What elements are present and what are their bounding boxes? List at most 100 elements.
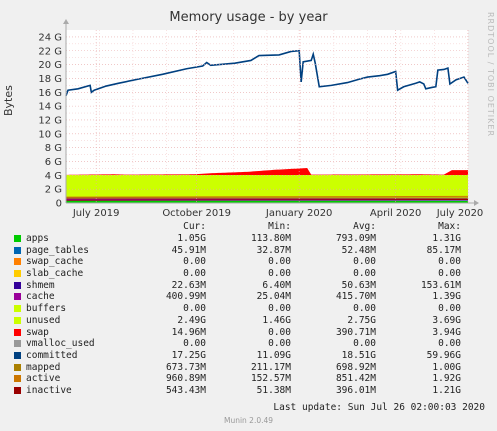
series-line-active xyxy=(65,195,469,198)
legend-row-swap-cache: swap_cache 0.00 0.00 0.00 0.00 xyxy=(14,256,494,268)
legend-min: 211.17M xyxy=(250,361,291,373)
legend-cur: 0.00 xyxy=(183,256,206,268)
x-tick-label: January 2020 xyxy=(265,208,333,219)
legend-header-cur: Cur: xyxy=(183,221,206,233)
legend-table: Cur: Min: Avg: Max: apps 1.05G 113.80M 793.… xyxy=(14,221,494,396)
rrdtool-credit: RRDTOOL / TOBI OETIKER xyxy=(486,12,495,138)
legend-avg: 0.00 xyxy=(353,303,376,315)
legend-max: 3.94G xyxy=(432,326,461,338)
legend-row-unused: unused 2.49G 1.46G 2.75G 3.69G xyxy=(14,315,494,327)
legend-max: 1.39G xyxy=(432,291,461,303)
legend-swatch xyxy=(14,305,21,313)
legend-name: shmem xyxy=(26,279,55,291)
legend-cur: 45.91M xyxy=(171,244,206,256)
legend-swatch xyxy=(14,351,21,359)
legend-avg: 396.01M xyxy=(335,384,376,396)
legend-header-min: Min: xyxy=(268,221,291,233)
legend-min: 6.40M xyxy=(262,279,291,291)
y-tick-label: 6 G xyxy=(45,157,62,168)
legend-max: 1.31G xyxy=(432,233,461,245)
legend-row-active: active 960.89M 152.57M 851.42M 1.92G xyxy=(14,373,494,385)
legend-cur: 673.73M xyxy=(165,361,206,373)
legend-cur: 543.43M xyxy=(165,384,206,396)
legend-swatch xyxy=(14,281,21,289)
legend-avg: 0.00 xyxy=(353,268,376,280)
legend-swatch xyxy=(14,270,21,278)
x-tick-label: April 2020 xyxy=(370,208,421,219)
legend-name: vmalloc_used xyxy=(26,338,95,350)
legend-name: cache xyxy=(26,291,55,303)
legend-max: 0.00 xyxy=(438,256,461,268)
y-tick-label: 22 G xyxy=(38,46,62,57)
legend-avg: 851.42M xyxy=(335,373,376,385)
y-tick-label: 4 G xyxy=(45,171,62,182)
y-axis-label: Bytes xyxy=(2,85,15,116)
legend-header-max: Max: xyxy=(438,221,461,233)
legend-name: unused xyxy=(26,314,61,326)
legend-cur: 0.00 xyxy=(183,268,206,280)
legend-max: 0.00 xyxy=(438,268,461,280)
x-axis-arrow xyxy=(474,200,479,206)
legend-swatch xyxy=(14,340,21,348)
legend-row-mapped: mapped 673.73M 211.17M 698.92M 1.00G xyxy=(14,361,494,373)
legend-header: Cur: Min: Avg: Max: xyxy=(14,221,494,233)
legend-name: active xyxy=(26,373,61,385)
legend-min: 11.09G xyxy=(256,349,291,361)
legend-row-cache: cache 400.99M 25.04M 415.70M 1.39G xyxy=(14,291,494,303)
legend-name: swap xyxy=(26,326,49,338)
x-tick-label: October 2019 xyxy=(162,208,231,219)
series-area-unused xyxy=(66,174,468,198)
legend-name: mapped xyxy=(26,361,61,373)
legend-swatch xyxy=(14,246,21,254)
legend-cur: 0.00 xyxy=(183,303,206,315)
legend-max: 59.96G xyxy=(426,349,461,361)
legend-min: 152.57M xyxy=(250,373,291,385)
legend-max: 0.00 xyxy=(438,338,461,350)
y-tick-label: 2 G xyxy=(45,185,62,196)
legend-avg: 698.92M xyxy=(335,361,376,373)
y-tick-label: 10 G xyxy=(38,129,62,140)
chart-title: Memory usage - by year xyxy=(169,10,328,25)
legend-cur: 1.05G xyxy=(177,233,206,245)
legend-avg: 50.63M xyxy=(341,279,376,291)
legend-name: committed xyxy=(26,349,78,361)
legend-min: 0.00 xyxy=(268,256,291,268)
munin-version: Munin 2.0.49 xyxy=(223,416,274,425)
legend-row-buffers: buffers 0.00 0.00 0.00 0.00 xyxy=(14,303,494,315)
legend-min: 51.38M xyxy=(256,384,291,396)
legend-swatch xyxy=(14,328,21,336)
legend-name: inactive xyxy=(26,384,72,396)
legend-avg: 415.70M xyxy=(335,291,376,303)
legend-cur: 14.96M xyxy=(171,326,206,338)
legend-avg: 0.00 xyxy=(353,338,376,350)
legend-row-vmalloc-used: vmalloc_used 0.00 0.00 0.00 0.00 xyxy=(14,338,494,350)
y-tick-label: 12 G xyxy=(38,115,62,126)
legend-max: 3.69G xyxy=(432,314,461,326)
x-tick-label: July 2020 xyxy=(436,208,484,219)
legend-min: 25.04M xyxy=(256,291,291,303)
legend-max: 85.17M xyxy=(426,244,461,256)
legend-name: swap_cache xyxy=(26,256,84,268)
y-tick-label: 8 G xyxy=(45,143,62,154)
legend-row-apps: apps 1.05G 113.80M 793.09M 1.31G xyxy=(14,233,494,245)
legend-row-inactive: inactive 543.43M 51.38M 396.01M 1.21G xyxy=(14,385,494,397)
legend-name: buffers xyxy=(26,303,67,315)
legend-avg: 2.75G xyxy=(347,314,376,326)
legend-min: 0.00 xyxy=(268,303,291,315)
legend-avg: 18.51G xyxy=(341,349,376,361)
legend-row-slab-cache: slab_cache 0.00 0.00 0.00 0.00 xyxy=(14,268,494,280)
legend-avg: 390.71M xyxy=(335,326,376,338)
legend-cur: 2.49G xyxy=(177,314,206,326)
legend-row-page-tables: page_tables 45.91M 32.87M 52.48M 85.17M xyxy=(14,244,494,256)
legend-cur: 0.00 xyxy=(183,338,206,350)
legend-header-avg: Avg: xyxy=(353,221,376,233)
y-tick-label: 14 G xyxy=(38,102,62,113)
y-tick-label: 16 G xyxy=(38,88,62,99)
legend-min: 0.00 xyxy=(268,338,291,350)
legend-cur: 22.63M xyxy=(171,279,206,291)
legend-swatch xyxy=(14,235,21,243)
legend-row-swap: swap 14.96M 0.00 390.71M 3.94G xyxy=(14,326,494,338)
y-tick-label: 18 G xyxy=(38,74,62,85)
legend-row-shmem: shmem 22.63M 6.40M 50.63M 153.61M xyxy=(14,279,494,291)
legend-min: 0.00 xyxy=(268,326,291,338)
